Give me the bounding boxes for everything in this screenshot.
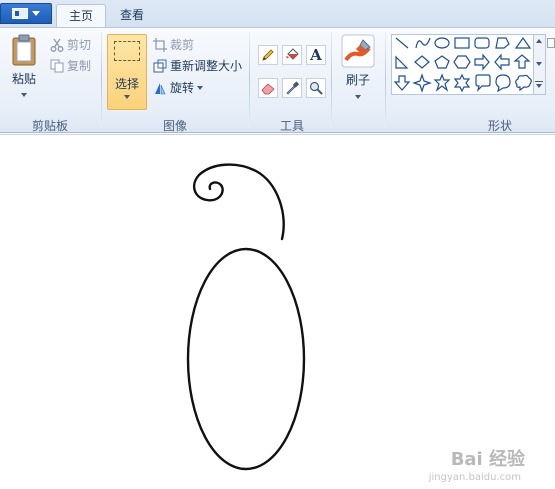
- right-arrow-shape-icon: [474, 53, 490, 71]
- rounded-callout-shape-icon: [475, 74, 491, 92]
- rotate-label: 旋转: [170, 81, 195, 95]
- hexagon-shape-icon: [453, 55, 471, 69]
- up-arrow-shape-icon: [513, 54, 531, 69]
- resize-label: 重新调整大小: [170, 59, 243, 73]
- watermark-url: jingyan.baidu.com: [428, 472, 521, 483]
- chevron-down-icon: [21, 93, 27, 97]
- watermark-brand: Bai 经验: [450, 449, 525, 470]
- drawing-artwork: [186, 163, 306, 471]
- drawing-canvas[interactable]: Bai 经验 jingyan.baidu.com: [0, 134, 555, 485]
- group-divider: [331, 32, 332, 128]
- polygon-shape-icon: [495, 37, 510, 49]
- paste-label: 粘贴: [11, 72, 36, 86]
- paste-button[interactable]: 粘贴: [6, 34, 42, 97]
- app-menu-button[interactable]: [0, 3, 52, 24]
- eraser-icon: [261, 83, 275, 95]
- oval-shape-icon: [434, 37, 450, 49]
- rotate-icon: [155, 82, 166, 94]
- drawn-oval: [186, 247, 306, 471]
- group-divider: [101, 32, 102, 128]
- ribbon: 粘贴 剪切 复制 剪贴板 选择 裁剪 重新调整大小 旋转 图像 A 工具 刷子 …: [0, 27, 555, 133]
- clipboard-icon: [12, 34, 36, 66]
- right-triangle-shape-icon: [395, 55, 409, 69]
- four-point-star-shape-icon: [412, 73, 432, 93]
- tab-home[interactable]: 主页: [56, 4, 107, 27]
- magnifier-tool[interactable]: [306, 78, 326, 98]
- resize-icon: [153, 59, 167, 72]
- left-arrow-shape-icon: [494, 53, 510, 71]
- cut-button[interactable]: 剪切: [50, 36, 91, 53]
- chevron-down-icon[interactable]: [536, 84, 542, 88]
- pencil-icon: [262, 49, 274, 61]
- copy-button[interactable]: 复制: [50, 57, 91, 74]
- shape-outline-icon[interactable]: [547, 38, 555, 48]
- scroll-down-icon[interactable]: [536, 62, 542, 66]
- drawn-curl: [192, 163, 285, 241]
- group-divider: [385, 32, 386, 128]
- chevron-down-icon: [124, 95, 130, 99]
- crop-label: 裁剪: [170, 38, 195, 52]
- brush-icon: [341, 34, 375, 68]
- copy-label: 复制: [67, 59, 92, 73]
- curve-shape-icon: [415, 37, 431, 49]
- cloud-callout-shape-icon: [515, 74, 532, 92]
- rotate-button[interactable]: 旋转: [153, 79, 204, 96]
- selection-rect-icon: [114, 41, 140, 61]
- color-picker-tool[interactable]: [282, 78, 302, 98]
- chevron-down-icon: [32, 11, 40, 16]
- shapes-gallery-icons: [393, 36, 532, 93]
- down-arrow-shape-icon: [393, 75, 411, 91]
- fill-bucket-icon: [286, 48, 299, 60]
- shapes-group-label: 形状: [487, 119, 512, 133]
- chevron-down-icon: [355, 95, 361, 99]
- select-button[interactable]: 选择: [107, 34, 147, 110]
- shapes-scrollbar[interactable]: [534, 34, 546, 95]
- image-group-label: 图像: [162, 119, 187, 133]
- tools-group-label: 工具: [279, 119, 304, 133]
- scroll-up-icon[interactable]: [536, 39, 542, 43]
- triangle-shape-icon: [514, 36, 532, 49]
- pentagon-shape-icon: [434, 55, 450, 69]
- title-bar: 主页 查看: [0, 0, 555, 27]
- copy-icon: [50, 59, 64, 72]
- clipboard-group-label: 剪贴板: [31, 119, 68, 133]
- group-divider: [249, 32, 250, 128]
- oval-callout-shape-icon: [495, 74, 511, 93]
- line-shape-icon: [395, 37, 409, 49]
- diamond-shape-icon: [414, 55, 430, 69]
- text-icon: A: [310, 46, 322, 64]
- app-menu-icon: [12, 8, 28, 19]
- chevron-down-icon: [197, 85, 204, 90]
- rounded-rectangle-shape-icon: [474, 37, 490, 49]
- five-point-star-shape-icon: [433, 73, 451, 92]
- brushes-label: 刷子: [345, 73, 370, 87]
- eraser-tool[interactable]: [258, 78, 278, 98]
- scissors-icon: [50, 38, 64, 52]
- rectangle-shape-icon: [454, 37, 470, 49]
- resize-button[interactable]: 重新调整大小: [153, 57, 242, 74]
- select-label: 选择: [114, 77, 139, 91]
- fill-tool[interactable]: [282, 45, 302, 65]
- text-tool[interactable]: A: [306, 45, 326, 65]
- pencil-tool[interactable]: [258, 45, 278, 65]
- magnifier-icon: [309, 81, 323, 95]
- gallery-expand-icon[interactable]: [535, 81, 543, 82]
- crop-button[interactable]: 裁剪: [153, 36, 194, 53]
- shapes-gallery: [391, 34, 534, 95]
- brushes-button[interactable]: 刷子: [338, 34, 378, 99]
- tab-view[interactable]: 查看: [108, 4, 156, 27]
- six-point-star-shape-icon: [453, 73, 471, 93]
- cut-label: 剪切: [67, 38, 92, 52]
- crop-icon: [153, 37, 167, 52]
- eyedropper-icon: [286, 81, 299, 95]
